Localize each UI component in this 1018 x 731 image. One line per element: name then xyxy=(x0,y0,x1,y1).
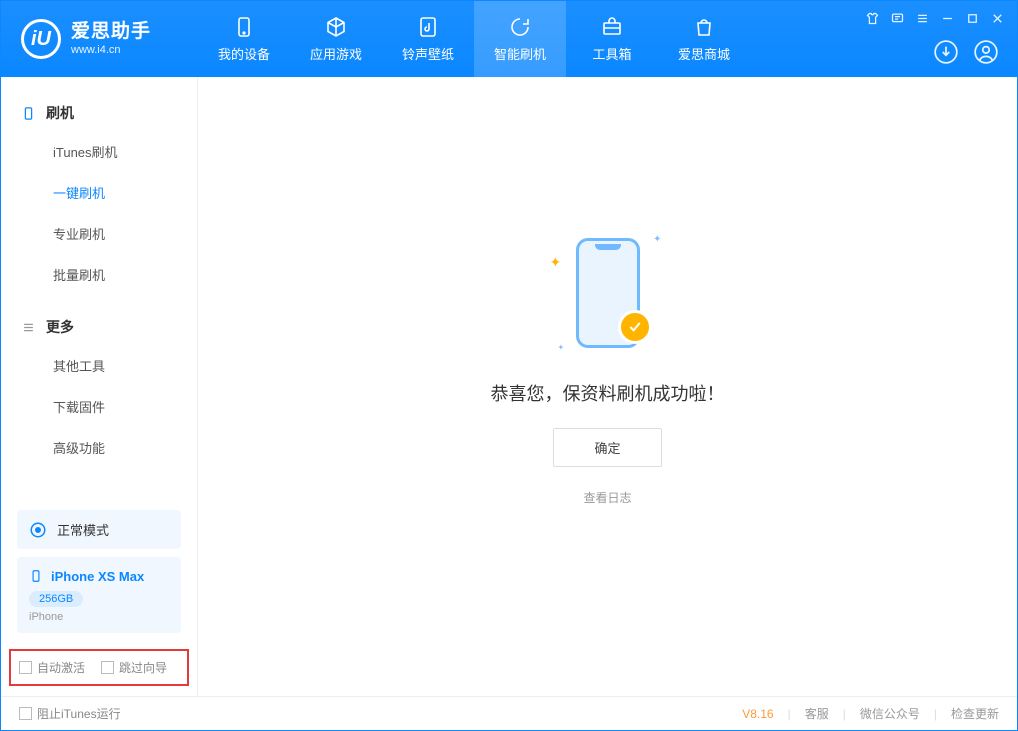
tab-flash[interactable]: 智能刷机 xyxy=(474,1,566,77)
list-icon xyxy=(21,320,36,335)
sidebar-item-onekey[interactable]: 一键刷机 xyxy=(1,172,197,213)
download-icon[interactable] xyxy=(933,39,959,65)
phone-small-icon xyxy=(29,567,43,585)
tab-toolbox[interactable]: 工具箱 xyxy=(566,1,658,77)
support-link[interactable]: 客服 xyxy=(805,705,829,722)
update-link[interactable]: 检查更新 xyxy=(951,705,999,722)
checkbox-skip-guide[interactable]: 跳过向导 xyxy=(101,659,167,676)
footer-left: 阻止iTunes运行 xyxy=(19,705,121,722)
success-illustration: ✦ ✦ ✦ xyxy=(548,228,668,358)
user-icon[interactable] xyxy=(973,39,999,65)
sidebar-item-other[interactable]: 其他工具 xyxy=(1,345,197,386)
mode-label: 正常模式 xyxy=(57,520,109,539)
toolbox-icon xyxy=(600,15,624,39)
app-subtitle: www.i4.cn xyxy=(71,44,151,57)
close-icon[interactable] xyxy=(990,11,1005,26)
tabs: 我的设备 应用游戏 铃声壁纸 智能刷机 工具箱 爱思商城 xyxy=(198,1,750,77)
device-capacity: 256GB xyxy=(29,591,83,607)
header-actions xyxy=(933,39,999,65)
body: 刷机 iTunes刷机 一键刷机 专业刷机 批量刷机 更多 其他工具 下载固件 … xyxy=(1,77,1017,696)
tab-label: 铃声壁纸 xyxy=(402,44,454,63)
refresh-shield-icon xyxy=(508,15,532,39)
sidebar-item-advanced[interactable]: 高级功能 xyxy=(1,427,197,468)
checkbox-label: 跳过向导 xyxy=(119,659,167,676)
bag-icon xyxy=(692,15,716,39)
app-title: 爱思助手 xyxy=(71,21,151,44)
group-label: 刷机 xyxy=(46,103,74,123)
separator: | xyxy=(843,707,846,721)
tab-label: 爱思商城 xyxy=(678,44,730,63)
mode-box[interactable]: 正常模式 xyxy=(17,510,181,549)
tab-device[interactable]: 我的设备 xyxy=(198,1,290,77)
checkbox-auto-activate[interactable]: 自动激活 xyxy=(19,659,85,676)
main-content: ✦ ✦ ✦ 恭喜您，保资料刷机成功啦！ 确定 查看日志 xyxy=(198,77,1017,696)
sidebar-item-itunes[interactable]: iTunes刷机 xyxy=(1,131,197,172)
checkbox-label: 自动激活 xyxy=(37,659,85,676)
sidebar-item-pro[interactable]: 专业刷机 xyxy=(1,213,197,254)
checkbox-box xyxy=(101,661,114,674)
maximize-icon[interactable] xyxy=(965,11,980,26)
device-name-row: iPhone XS Max xyxy=(29,567,169,585)
confirm-button[interactable]: 确定 xyxy=(553,428,661,467)
menu-icon[interactable] xyxy=(915,11,930,26)
logo-area: iU 爱思助手 www.i4.cn xyxy=(1,1,198,77)
tab-apps[interactable]: 应用游戏 xyxy=(290,1,382,77)
device-name: iPhone XS Max xyxy=(51,569,144,584)
window-controls xyxy=(865,11,1005,26)
tab-label: 工具箱 xyxy=(592,44,631,63)
separator: | xyxy=(934,707,937,721)
success-message: 恭喜您，保资料刷机成功啦！ xyxy=(491,380,725,406)
header: iU 爱思助手 www.i4.cn 我的设备 应用游戏 铃声壁纸 智能刷机 xyxy=(1,1,1017,77)
tab-store[interactable]: 爱思商城 xyxy=(658,1,750,77)
device-small-icon xyxy=(21,106,36,121)
mode-icon xyxy=(29,521,47,539)
tab-label: 智能刷机 xyxy=(494,44,546,63)
sparkle-icon: ✦ xyxy=(558,343,565,352)
sidebar: 刷机 iTunes刷机 一键刷机 专业刷机 批量刷机 更多 其他工具 下载固件 … xyxy=(1,77,198,696)
view-log-link[interactable]: 查看日志 xyxy=(583,489,631,506)
logo-icon: iU xyxy=(21,19,61,59)
minimize-icon[interactable] xyxy=(940,11,955,26)
device-line: iPhone xyxy=(29,611,169,623)
wechat-link[interactable]: 微信公众号 xyxy=(860,705,920,722)
sidebar-item-firmware[interactable]: 下载固件 xyxy=(1,386,197,427)
device-box[interactable]: iPhone XS Max 256GB iPhone xyxy=(17,557,181,633)
highlighted-checks: 自动激活 跳过向导 xyxy=(9,649,189,686)
phone-icon xyxy=(232,15,256,39)
sparkle-icon: ✦ xyxy=(653,234,661,245)
tab-ringtone[interactable]: 铃声壁纸 xyxy=(382,1,474,77)
sparkle-icon: ✦ xyxy=(550,254,562,271)
logo-text: 爱思助手 www.i4.cn xyxy=(71,21,151,57)
sidebar-group-flash: 刷机 xyxy=(1,95,197,131)
footer: 阻止iTunes运行 V8.16 | 客服 | 微信公众号 | 检查更新 xyxy=(1,696,1017,730)
checkbox-label: 阻止iTunes运行 xyxy=(37,705,121,722)
sidebar-item-batch[interactable]: 批量刷机 xyxy=(1,254,197,295)
music-file-icon xyxy=(416,15,440,39)
checkbox-box xyxy=(19,661,32,674)
tab-label: 应用游戏 xyxy=(310,44,362,63)
sidebar-group-more: 更多 xyxy=(1,309,197,345)
separator: | xyxy=(788,707,791,721)
tab-label: 我的设备 xyxy=(218,44,270,63)
check-badge-icon xyxy=(618,310,652,344)
group-label: 更多 xyxy=(46,317,74,337)
cube-icon xyxy=(324,15,348,39)
feedback-icon[interactable] xyxy=(890,11,905,26)
footer-right: V8.16 | 客服 | 微信公众号 | 检查更新 xyxy=(742,705,999,722)
app-window: iU 爱思助手 www.i4.cn 我的设备 应用游戏 铃声壁纸 智能刷机 xyxy=(0,0,1018,731)
version-label: V8.16 xyxy=(742,707,773,721)
phone-notch xyxy=(595,244,621,250)
checkbox-block-itunes[interactable]: 阻止iTunes运行 xyxy=(19,705,121,722)
checkbox-box xyxy=(19,707,32,720)
skin-icon[interactable] xyxy=(865,11,880,26)
